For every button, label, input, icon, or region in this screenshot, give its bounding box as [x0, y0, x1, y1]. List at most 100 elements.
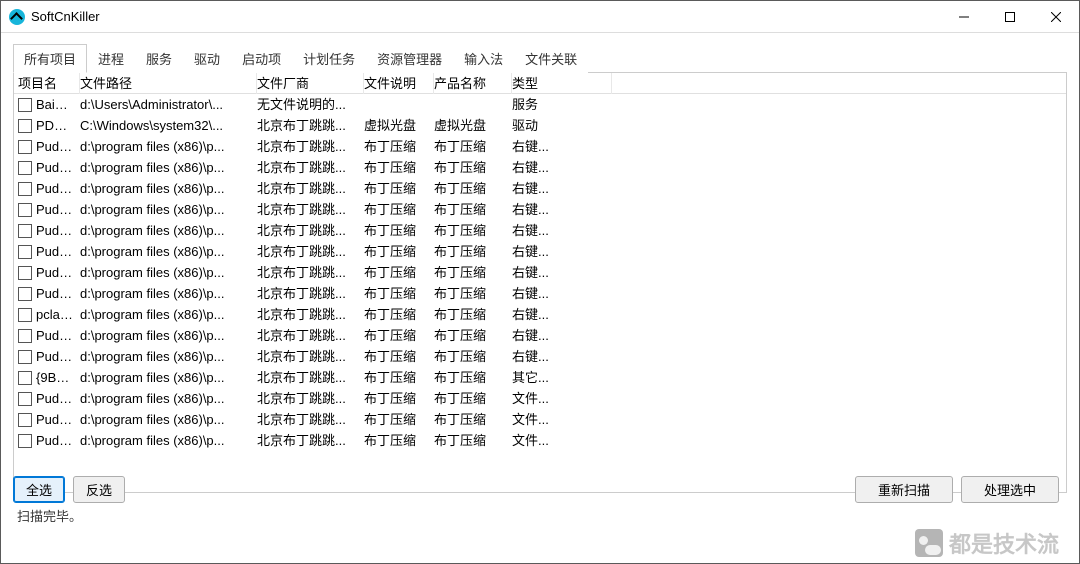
table-row[interactable]: Baidu...d:\Users\Administrator\...无文件说明的…	[14, 94, 1066, 115]
cell-type: 右键...	[512, 199, 612, 220]
cell-desc: 布丁压缩	[364, 178, 434, 199]
row-checkbox[interactable]	[18, 392, 32, 406]
cell-type: 文件...	[512, 388, 612, 409]
watermark-text: 都是技术流	[949, 527, 1059, 559]
cell-vendor: 北京布丁跳跳...	[257, 199, 364, 220]
col-product[interactable]: 产品名称	[434, 73, 512, 94]
row-checkbox[interactable]	[18, 161, 32, 175]
table-row[interactable]: Pudd...d:\program files (x86)\p...北京布丁跳跳…	[14, 199, 1066, 220]
col-name[interactable]: 项目名	[14, 73, 80, 94]
cell-name: Pudd...	[36, 241, 74, 262]
table-row[interactable]: Pudd...d:\program files (x86)\p...北京布丁跳跳…	[14, 346, 1066, 367]
table-row[interactable]: Pudd...d:\program files (x86)\p...北京布丁跳跳…	[14, 283, 1066, 304]
tab-2[interactable]: 服务	[135, 44, 183, 73]
tab-7[interactable]: 输入法	[453, 44, 514, 73]
col-path[interactable]: 文件路径	[80, 73, 257, 94]
col-type[interactable]: 类型	[512, 73, 612, 94]
cell-name: Pudd...	[36, 262, 74, 283]
cell-path: d:\program files (x86)\p...	[80, 157, 257, 178]
row-checkbox[interactable]	[18, 245, 32, 259]
table-row[interactable]: pclau...d:\program files (x86)\p...北京布丁跳…	[14, 304, 1066, 325]
table-row[interactable]: Pudd...d:\program files (x86)\p...北京布丁跳跳…	[14, 178, 1066, 199]
tab-5[interactable]: 计划任务	[292, 44, 366, 73]
cell-type: 右键...	[512, 220, 612, 241]
table-row[interactable]: Pudd...d:\program files (x86)\p...北京布丁跳跳…	[14, 241, 1066, 262]
table-row[interactable]: Pudd...d:\program files (x86)\p...北京布丁跳跳…	[14, 388, 1066, 409]
cell-type: 右键...	[512, 325, 612, 346]
row-checkbox[interactable]	[18, 308, 32, 322]
cell-desc: 布丁压缩	[364, 262, 434, 283]
col-vendor[interactable]: 文件厂商	[257, 73, 364, 94]
tab-8[interactable]: 文件关联	[514, 44, 588, 73]
cell-vendor: 北京布丁跳跳...	[257, 220, 364, 241]
cell-path: C:\Windows\system32\...	[80, 115, 257, 136]
tab-3[interactable]: 驱动	[183, 44, 231, 73]
row-checkbox[interactable]	[18, 98, 32, 112]
cell-name: Pudd...	[36, 157, 74, 178]
row-checkbox[interactable]	[18, 413, 32, 427]
cell-path: d:\Users\Administrator\...	[80, 94, 257, 115]
cell-type: 服务	[512, 94, 612, 115]
cell-name: Pudd...	[36, 430, 74, 451]
row-checkbox[interactable]	[18, 119, 32, 133]
row-checkbox[interactable]	[18, 287, 32, 301]
cell-name: {9B8...	[36, 367, 74, 388]
table-row[interactable]: PD15...C:\Windows\system32\...北京布丁跳跳...虚…	[14, 115, 1066, 136]
select-all-button[interactable]: 全选	[13, 476, 65, 503]
process-button[interactable]: 处理选中	[961, 476, 1059, 503]
cell-type: 右键...	[512, 346, 612, 367]
cell-product: 布丁压缩	[434, 367, 512, 388]
cell-name: Pudd...	[36, 325, 74, 346]
row-checkbox[interactable]	[18, 182, 32, 196]
table-row[interactable]: Pudd...d:\program files (x86)\p...北京布丁跳跳…	[14, 220, 1066, 241]
table-body[interactable]: Baidu...d:\Users\Administrator\...无文件说明的…	[14, 94, 1066, 492]
cell-product: 布丁压缩	[434, 409, 512, 430]
tab-1[interactable]: 进程	[87, 44, 135, 73]
cell-path: d:\program files (x86)\p...	[80, 304, 257, 325]
cell-desc: 布丁压缩	[364, 409, 434, 430]
cell-product: 布丁压缩	[434, 220, 512, 241]
cell-desc: 布丁压缩	[364, 241, 434, 262]
rescan-button[interactable]: 重新扫描	[855, 476, 953, 503]
cell-path: d:\program files (x86)\p...	[80, 430, 257, 451]
cell-vendor: 北京布丁跳跳...	[257, 325, 364, 346]
window-title: SoftCnKiller	[31, 9, 100, 24]
wechat-icon	[915, 529, 943, 557]
col-desc[interactable]: 文件说明	[364, 73, 434, 94]
cell-vendor: 北京布丁跳跳...	[257, 346, 364, 367]
table-row[interactable]: Pudd...d:\program files (x86)\p...北京布丁跳跳…	[14, 430, 1066, 451]
table-row[interactable]: Pudd...d:\program files (x86)\p...北京布丁跳跳…	[14, 325, 1066, 346]
tab-6[interactable]: 资源管理器	[366, 44, 453, 73]
cell-desc: 布丁压缩	[364, 283, 434, 304]
cell-type: 其它...	[512, 367, 612, 388]
minimize-button[interactable]	[941, 1, 987, 33]
row-checkbox[interactable]	[18, 371, 32, 385]
cell-name: Pudd...	[36, 409, 74, 430]
cell-vendor: 北京布丁跳跳...	[257, 283, 364, 304]
row-checkbox[interactable]	[18, 329, 32, 343]
cell-path: d:\program files (x86)\p...	[80, 346, 257, 367]
cell-type: 驱动	[512, 115, 612, 136]
close-button[interactable]	[1033, 1, 1079, 33]
cell-product: 布丁压缩	[434, 157, 512, 178]
cell-type: 右键...	[512, 304, 612, 325]
cell-path: d:\program files (x86)\p...	[80, 199, 257, 220]
row-checkbox[interactable]	[18, 203, 32, 217]
row-checkbox[interactable]	[18, 434, 32, 448]
row-checkbox[interactable]	[18, 266, 32, 280]
cell-name: Baidu...	[36, 94, 74, 115]
tab-0[interactable]: 所有项目	[13, 44, 87, 73]
row-checkbox[interactable]	[18, 224, 32, 238]
table-row[interactable]: Pudd...d:\program files (x86)\p...北京布丁跳跳…	[14, 262, 1066, 283]
table-row[interactable]: {9B8...d:\program files (x86)\p...北京布丁跳跳…	[14, 367, 1066, 388]
table-row[interactable]: Pudd...d:\program files (x86)\p...北京布丁跳跳…	[14, 136, 1066, 157]
tab-4[interactable]: 启动项	[231, 44, 292, 73]
invert-button[interactable]: 反选	[73, 476, 125, 503]
row-checkbox[interactable]	[18, 140, 32, 154]
table-row[interactable]: Pudd...d:\program files (x86)\p...北京布丁跳跳…	[14, 157, 1066, 178]
row-checkbox[interactable]	[18, 350, 32, 364]
table-row[interactable]: Pudd...d:\program files (x86)\p...北京布丁跳跳…	[14, 409, 1066, 430]
cell-type: 文件...	[512, 409, 612, 430]
maximize-button[interactable]	[987, 1, 1033, 33]
title-bar[interactable]: SoftCnKiller	[1, 1, 1079, 33]
